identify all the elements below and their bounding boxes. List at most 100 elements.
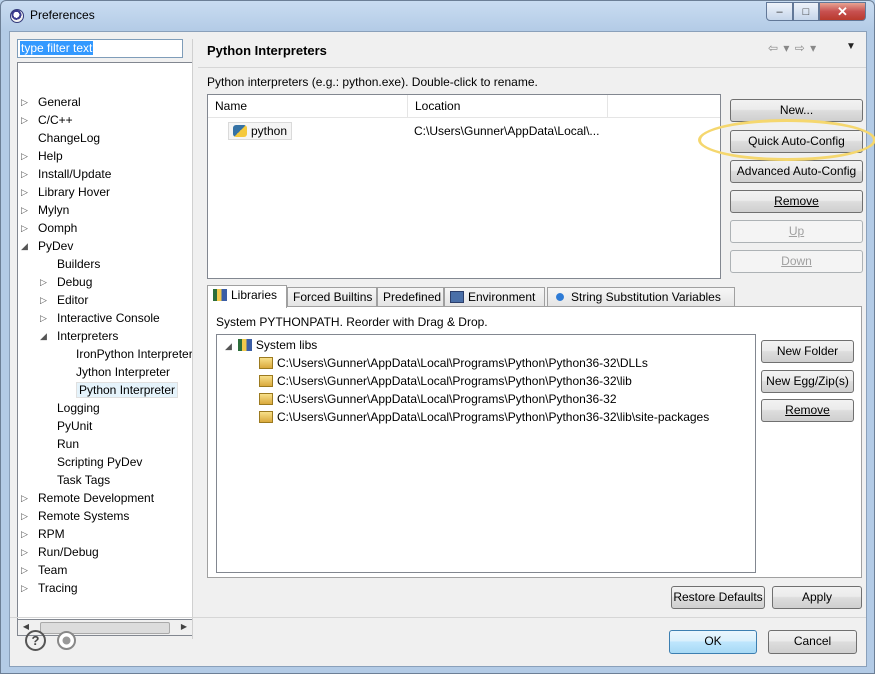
back-arrow-icon[interactable]: ⇦ ▾ bbox=[768, 41, 790, 55]
tab-forced-builtins[interactable]: Forced Builtins bbox=[287, 287, 377, 307]
tree-item[interactable]: Run bbox=[57, 436, 79, 453]
list-item[interactable]: C:\Users\Gunner\AppData\Local\Programs\P… bbox=[259, 390, 617, 408]
tree-item[interactable]: ▷ RPM bbox=[21, 526, 65, 543]
collapsed-twisty-icon[interactable]: ▷ bbox=[21, 490, 30, 507]
tree-item[interactable]: ▷ Tracing bbox=[21, 580, 78, 597]
tab-environment[interactable]: Environment bbox=[444, 287, 545, 307]
tree-item[interactable]: Task Tags bbox=[57, 472, 110, 489]
collapsed-twisty-icon[interactable]: ▷ bbox=[21, 184, 30, 201]
collapsed-twisty-icon[interactable]: ▷ bbox=[21, 562, 30, 579]
remove-library-button[interactable]: Remove bbox=[761, 399, 854, 422]
tree-item[interactable]: ChangeLog bbox=[38, 130, 100, 147]
tab-libraries[interactable]: Libraries bbox=[207, 285, 287, 308]
help-icon[interactable]: ? bbox=[25, 630, 46, 651]
tab-predefined[interactable]: Predefined bbox=[377, 287, 444, 307]
filter-input[interactable]: type filter text bbox=[17, 39, 183, 58]
tree-item[interactable]: Jython Interpreter bbox=[76, 364, 170, 381]
tree-item[interactable]: ▷ Run/Debug bbox=[21, 544, 99, 561]
interpreters-table[interactable]: Name Location python C:\Users\Gunner\App… bbox=[207, 94, 721, 279]
table-row-name-cell[interactable]: python bbox=[228, 122, 293, 140]
list-item[interactable]: C:\Users\Gunner\AppData\Local\Programs\P… bbox=[259, 354, 648, 372]
ok-button[interactable]: OK bbox=[669, 630, 757, 654]
collapsed-twisty-icon[interactable]: ▷ bbox=[21, 508, 30, 525]
tree-item-label: Run/Debug bbox=[38, 545, 99, 559]
collapsed-twisty-icon[interactable]: ▷ bbox=[21, 526, 30, 543]
tree-item[interactable]: ▷ Remote Development bbox=[21, 490, 154, 507]
list-item[interactable]: C:\Users\Gunner\AppData\Local\Programs\P… bbox=[259, 372, 632, 390]
restore-defaults-button[interactable]: Restore Defaults bbox=[671, 586, 765, 609]
preferences-window: Preferences ‒ □ ✕ type filter text ▷ Gene… bbox=[0, 0, 875, 674]
tree-item[interactable]: ▷ Install/Update bbox=[21, 166, 111, 183]
collapsed-twisty-icon[interactable]: ▷ bbox=[21, 112, 30, 129]
tree-item[interactable]: ▷ C/C++ bbox=[21, 112, 73, 129]
remove-interpreter-button[interactable]: Remove bbox=[730, 190, 863, 213]
tree-item[interactable]: ▷ Mylyn bbox=[21, 202, 69, 219]
tree-item[interactable]: PyUnit bbox=[57, 418, 92, 435]
tree-item-label: IronPython Interpreter bbox=[76, 347, 193, 361]
collapsed-twisty-icon[interactable]: ▷ bbox=[21, 580, 30, 597]
window-title: Preferences bbox=[30, 8, 95, 22]
tree-item[interactable]: ▷ Debug bbox=[40, 274, 92, 291]
tab-string-substitution[interactable]: String Substitution Variables bbox=[547, 287, 735, 307]
tree-item[interactable]: ▷ Remote Systems bbox=[21, 508, 129, 525]
new-folder-button[interactable]: New Folder bbox=[761, 340, 854, 363]
tree-item[interactable]: IronPython Interpreter bbox=[76, 346, 193, 363]
tab-libraries-label: Libraries bbox=[231, 288, 278, 302]
view-menu-icon[interactable]: ▼ bbox=[846, 41, 856, 52]
tree-item[interactable]: ▷ Library Hover bbox=[21, 184, 110, 201]
quick-auto-config-button[interactable]: Quick Auto-Config bbox=[730, 130, 863, 153]
history-nav[interactable]: ⇦ ▾ ⇨ ▾ bbox=[768, 41, 817, 55]
cancel-button[interactable]: Cancel bbox=[768, 630, 857, 654]
tree-item[interactable]: Scripting PyDev bbox=[57, 454, 142, 471]
tree-item[interactable]: Logging bbox=[57, 400, 100, 417]
collapsed-twisty-icon[interactable]: ▷ bbox=[40, 310, 49, 327]
list-item[interactable]: C:\Users\Gunner\AppData\Local\Programs\P… bbox=[259, 408, 709, 426]
column-header-location[interactable]: Location bbox=[408, 95, 608, 117]
forward-arrow-icon[interactable]: ⇨ ▾ bbox=[795, 41, 817, 55]
collapsed-twisty-icon[interactable]: ▷ bbox=[40, 274, 49, 291]
column-header-name[interactable]: Name bbox=[208, 95, 408, 117]
tree-item[interactable]: Python Interpreter bbox=[76, 382, 179, 399]
maximize-button[interactable]: □ bbox=[793, 2, 819, 21]
tree-item-label: PyDev bbox=[38, 239, 74, 253]
apply-button[interactable]: Apply bbox=[772, 586, 862, 609]
tree-item[interactable]: ▷ Help bbox=[21, 148, 63, 165]
pane-divider[interactable] bbox=[192, 39, 193, 639]
tree-item[interactable]: ▷ Team bbox=[21, 562, 67, 579]
tree-item[interactable]: ◢ Interpreters bbox=[40, 328, 118, 345]
new-egg-zip-button[interactable]: New Egg/Zip(s) bbox=[761, 370, 854, 393]
folder-icon bbox=[259, 357, 273, 369]
new-interpreter-button[interactable]: New... bbox=[730, 99, 863, 122]
down-button[interactable]: Down bbox=[730, 250, 863, 273]
tree-item[interactable]: ▷ Editor bbox=[40, 292, 88, 309]
tree-item[interactable]: Builders bbox=[57, 256, 100, 273]
scroll-right-icon[interactable]: ▶ bbox=[178, 622, 190, 631]
collapsed-twisty-icon[interactable]: ▷ bbox=[21, 544, 30, 561]
collapsed-twisty-icon[interactable]: ▷ bbox=[40, 292, 49, 309]
collapsed-twisty-icon[interactable]: ▷ bbox=[21, 166, 30, 183]
expanded-twisty-icon[interactable]: ◢ bbox=[40, 328, 49, 345]
collapsed-twisty-icon[interactable]: ▷ bbox=[21, 220, 30, 237]
preferences-tree[interactable]: ▷ General ▷ C/C++ ChangeLog ▷ Help ▷ Install/Upd… bbox=[17, 62, 193, 620]
system-libs-node[interactable]: ◢ System libs bbox=[225, 336, 317, 354]
minimize-button[interactable]: ‒ bbox=[766, 2, 793, 21]
tree-item[interactable]: ◢ PyDev bbox=[21, 238, 74, 255]
page-description: Python interpreters (e.g.: python.exe). … bbox=[207, 75, 538, 89]
record-icon[interactable] bbox=[57, 631, 76, 650]
system-libs-tree[interactable]: ◢ System libs C:\Users\Gunner\AppData\Loc… bbox=[216, 334, 756, 573]
tree-item[interactable]: ▷ General bbox=[21, 94, 81, 111]
expanded-twisty-icon[interactable]: ◢ bbox=[225, 341, 232, 351]
python-icon bbox=[233, 125, 247, 137]
collapsed-twisty-icon[interactable]: ▷ bbox=[21, 148, 30, 165]
collapsed-twisty-icon[interactable]: ▷ bbox=[21, 202, 30, 219]
title-bar[interactable]: Preferences ‒ □ ✕ bbox=[1, 1, 874, 31]
close-button[interactable]: ✕ bbox=[819, 2, 866, 21]
tree-item[interactable]: ▷ Interactive Console bbox=[40, 310, 160, 327]
collapsed-twisty-icon[interactable]: ▷ bbox=[21, 94, 30, 111]
advanced-auto-config-button[interactable]: Advanced Auto-Config bbox=[730, 160, 863, 183]
tree-item[interactable]: ▷ Oomph bbox=[21, 220, 77, 237]
expanded-twisty-icon[interactable]: ◢ bbox=[21, 238, 30, 255]
scroll-left-icon[interactable]: ◀ bbox=[20, 622, 32, 631]
interpreter-location[interactable]: C:\Users\Gunner\AppData\Local\... bbox=[414, 123, 599, 139]
up-button[interactable]: Up bbox=[730, 220, 863, 243]
